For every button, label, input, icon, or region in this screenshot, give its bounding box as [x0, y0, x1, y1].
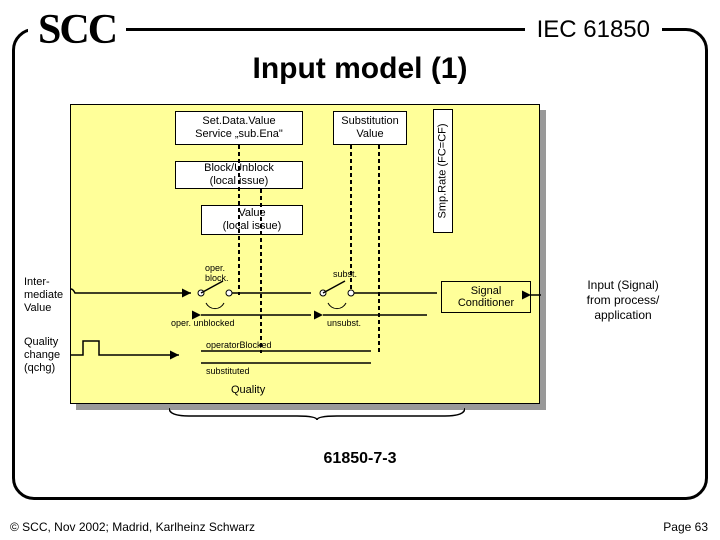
label-operatorblocked: operatorBlocked — [206, 340, 272, 350]
copyright: © SCC, Nov 2002; Madrid, Karlheinz Schwa… — [10, 520, 255, 534]
label-quality: Quality — [231, 384, 266, 396]
curly-bracket — [169, 407, 465, 419]
label-substituted: substituted — [206, 366, 250, 376]
slide-title: Input model (1) — [0, 52, 720, 86]
diagram-wiring: oper. block. oper. unblocked subst. unsu… — [71, 105, 541, 405]
label-unsubst: unsubst. — [327, 318, 361, 328]
standard-label: IEC 61850 — [525, 16, 662, 44]
label-input-from-process: Input (Signal) from process/ application — [568, 278, 678, 323]
label-subst: subst. — [333, 269, 357, 279]
logo-scc: SCC — [28, 6, 126, 54]
label-intermediate-value: Inter- mediate Value — [24, 276, 84, 316]
label-quality-change: Quality change (qchg) — [24, 336, 80, 376]
label-oper: oper. — [205, 263, 225, 273]
label-block: block. — [205, 273, 229, 283]
label-oper-unblocked: oper. unblocked — [171, 318, 235, 328]
page-number: Page 63 — [663, 520, 708, 534]
diagram-panel: Set.Data.Value Service „sub.Ena" Substit… — [70, 104, 540, 404]
clause-reference: 61850-7-3 — [0, 450, 720, 468]
